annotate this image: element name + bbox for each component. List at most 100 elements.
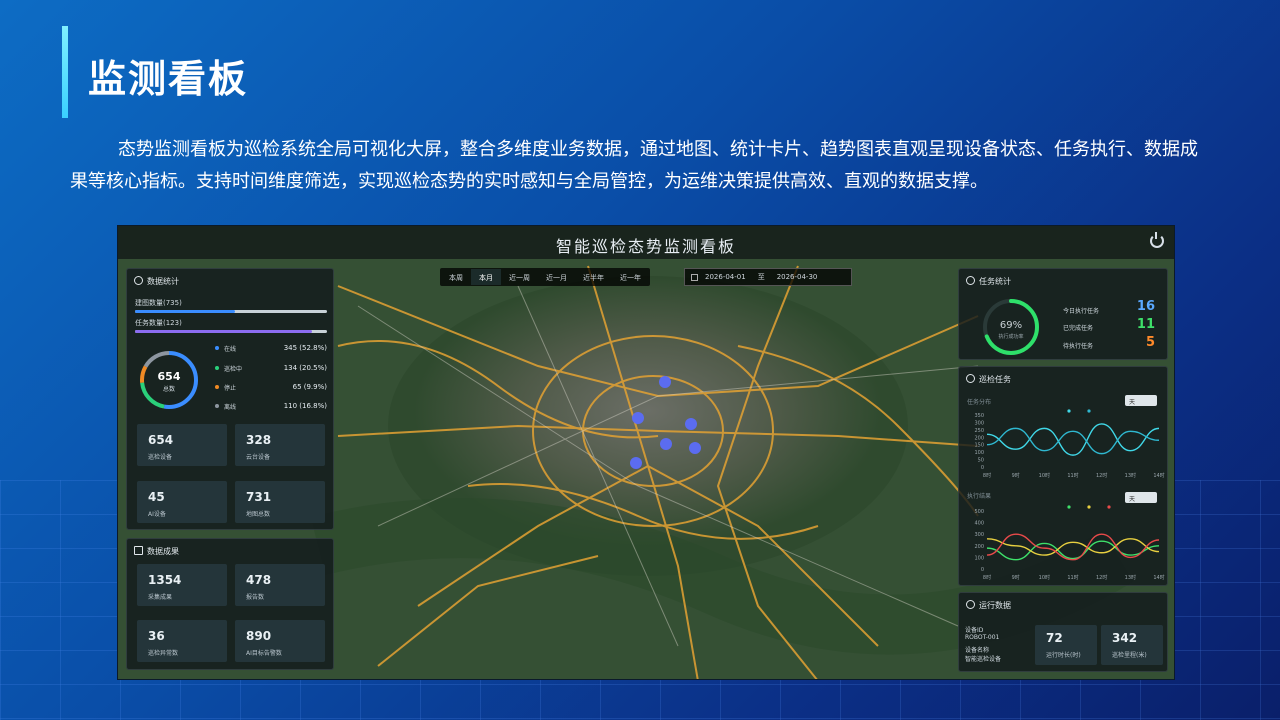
run-data-panel: 运行数据 设备ID ROBOT-001 设备名称 智能巡检设备 72 运行时长(…	[958, 592, 1168, 672]
legend-label-online: 在线	[224, 346, 237, 353]
legend-value-offline: 110 (16.8%)	[283, 402, 327, 410]
success-rate-gauge: 69% 执行成功率	[983, 299, 1039, 355]
stat-card-ai-devices[interactable]: 45 AI设备	[137, 481, 227, 523]
stat-card-value: 654	[148, 433, 174, 447]
stat-card-inspection-devices[interactable]: 654 巡检设备	[137, 424, 227, 466]
legend-dot-online	[215, 346, 219, 350]
stats-panel-title: 数据统计	[147, 277, 179, 286]
legend-dot-1	[1087, 409, 1091, 413]
device-id-value: ROBOT-001	[965, 634, 1000, 641]
page-title: 监测看板	[88, 57, 249, 101]
legend-dot-stopped	[215, 385, 219, 389]
calendar-icon	[691, 274, 698, 281]
pie-chart-icon	[134, 276, 143, 285]
stats-panel: 数据统计 建图数量(735) 任务数量(123) 654 总数 在线 345 (…	[126, 268, 334, 530]
map-count-label: 建图数量(735)	[135, 299, 182, 307]
location-pin-icon	[966, 600, 975, 609]
stat-card-label: 云台设备	[246, 454, 271, 461]
x-tick-label: 11时	[1067, 574, 1078, 581]
x-tick-label: 11时	[1067, 472, 1078, 479]
dashboard-title: 智能巡检态势监测看板	[555, 237, 736, 256]
run-card-value: 72	[1046, 631, 1063, 645]
y-tick-label: 200	[974, 435, 984, 441]
donut-total-label: 总数	[163, 385, 175, 393]
result-card-anomalies[interactable]: 36 巡检异常数	[137, 620, 227, 662]
execution-result-chart: 500 400 300 200 100 08时 9时 10时 11时 12时 13时 14时	[974, 505, 1165, 581]
stat-card-map-total[interactable]: 731 地图总数	[235, 481, 325, 523]
legend-dot-0	[1067, 409, 1071, 413]
y-tick-label: 150	[974, 443, 984, 449]
y-tick-label: 50	[978, 458, 984, 464]
inspection-task-panel: 巡检任务 任务分布 天 350 300 250 200 150 100 50 0 8时 9时 10时…	[958, 366, 1168, 586]
filter-tab-last-month[interactable]: 近一月	[538, 269, 575, 285]
legend-value-stopped: 65 (9.9%)	[292, 383, 327, 391]
title-accent-bar	[62, 26, 68, 118]
y-tick-label: 400	[974, 521, 984, 527]
task-count-bar-fill	[135, 330, 312, 333]
stat-card-label: AI设备	[148, 511, 166, 518]
power-icon[interactable]	[1150, 232, 1164, 248]
x-tick-label: 8时	[983, 574, 991, 581]
task-count-bar	[135, 330, 327, 333]
filter-tab-half-year[interactable]: 近半年	[575, 269, 612, 285]
stat-card-label: 地图总数	[246, 511, 271, 518]
task-row-label-done: 已完成任务	[1063, 325, 1094, 332]
x-tick-label: 10时	[1039, 574, 1050, 581]
y-tick-label: 0	[981, 567, 984, 573]
device-name-label: 设备名称	[965, 647, 990, 654]
x-tick-label: 14时	[1153, 472, 1164, 479]
date-range-picker[interactable]: 2026-04-01 至 2026-04-30	[684, 268, 852, 286]
result-card-reports[interactable]: 478 报告数	[235, 564, 325, 606]
gauge-label: 执行成功率	[998, 333, 1023, 340]
result-card-value: 1354	[148, 573, 182, 587]
donut-total: 654	[158, 370, 181, 383]
legend-label-inspecting: 巡检中	[224, 366, 243, 373]
results-panel: 数据成果 1354 采集成果 478 报告数 36 巡检异常数 890 AI目标…	[126, 538, 334, 670]
result-card-label: 采集成果	[148, 594, 173, 601]
y-tick-label: 200	[974, 544, 984, 550]
y-tick-label: 300	[974, 532, 984, 538]
chart1-title: 任务分布	[967, 399, 992, 406]
x-tick-label: 12时	[1096, 472, 1107, 479]
filter-tab-this-week[interactable]: 本周	[441, 269, 471, 285]
device-status-donut: 654 总数	[140, 351, 198, 409]
run-data-title: 运行数据	[979, 601, 1011, 610]
filter-tab-this-month[interactable]: 本月	[471, 269, 501, 285]
chart1-period-select[interactable]: 天	[1125, 395, 1157, 406]
run-card-label: 运行时长(时)	[1046, 652, 1081, 659]
y-tick-label: 100	[974, 555, 984, 561]
date-start: 2026-04-01	[705, 273, 746, 281]
task-row-label-pending: 待执行任务	[1063, 343, 1094, 350]
legend-label-offline: 离线	[224, 404, 237, 411]
stat-card-ptz-devices[interactable]: 328 云台设备	[235, 424, 325, 466]
task-row-value-done: 11	[1136, 317, 1155, 332]
y-tick-label: 300	[974, 420, 984, 426]
task-row-value-today: 16	[1136, 299, 1155, 314]
legend-dot-inspecting	[215, 366, 219, 370]
run-card-value: 342	[1112, 631, 1138, 645]
legend-dot-0	[1067, 505, 1071, 509]
map-count-bar	[135, 310, 327, 313]
run-card-mileage[interactable]: 342 巡检里程(米)	[1101, 625, 1163, 665]
dashboard-screenshot: 智能巡检态势监测看板 本周 本月 近一周 近一月 近半年 近一年 2026-04…	[117, 225, 1175, 680]
result-card-label: 巡检异常数	[148, 650, 179, 657]
filter-tab-last-year[interactable]: 近一年	[612, 269, 649, 285]
legend-value-online: 345 (52.8%)	[283, 344, 327, 352]
results-panel-title: 数据成果	[147, 547, 179, 556]
run-card-duration[interactable]: 72 运行时长(时)	[1035, 625, 1097, 665]
task-count-label: 任务数量(123)	[135, 319, 182, 327]
legend-value-inspecting: 134 (20.5%)	[283, 364, 327, 372]
y-tick-label: 500	[974, 509, 984, 515]
x-tick-label: 12时	[1096, 574, 1107, 581]
filter-tab-last-week[interactable]: 近一周	[501, 269, 538, 285]
page-description: 态势监测看板为巡检系统全局可视化大屏，整合多维度业务数据，通过地图、统计卡片、趋…	[70, 139, 1198, 192]
task-distribution-chart: 350300 250200 150100 5008时 9时 10时 11时 12时 13时 14时	[974, 409, 1165, 479]
y-tick-label: 0	[981, 465, 984, 471]
clipboard-icon	[134, 546, 143, 555]
result-card-collected[interactable]: 1354 采集成果	[137, 564, 227, 606]
result-card-ai-alerts[interactable]: 890 AI目标告警数	[235, 620, 325, 662]
stat-card-value: 328	[246, 433, 272, 447]
chart2-period-select[interactable]: 天	[1125, 492, 1157, 503]
location-pin-icon	[966, 374, 975, 383]
date-separator: 至	[757, 273, 765, 281]
